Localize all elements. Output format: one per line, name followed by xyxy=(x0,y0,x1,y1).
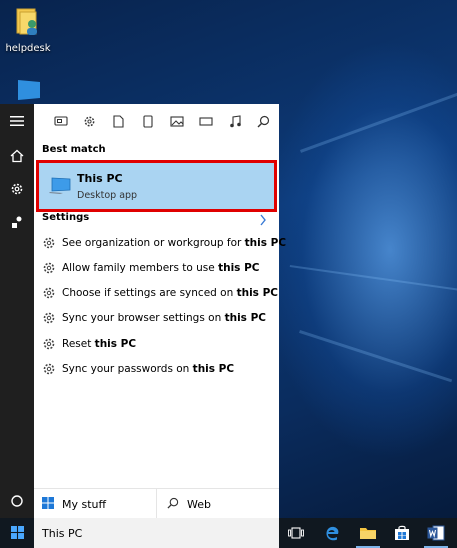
word-icon[interactable] xyxy=(420,518,452,548)
videos-icon[interactable] xyxy=(191,109,220,133)
start-rail xyxy=(0,104,34,518)
gear-icon xyxy=(42,261,56,275)
chevron-right-icon[interactable] xyxy=(259,211,269,226)
settings-result-match: this PC xyxy=(236,287,278,300)
settings-result-match: this PC xyxy=(192,363,235,375)
windows-logo-icon xyxy=(42,496,54,512)
power-icon[interactable] xyxy=(0,486,34,516)
this-pc-desktop-icon[interactable] xyxy=(12,80,40,102)
settings-result-text: See organization or workgroup for xyxy=(62,236,245,249)
best-match-title: This PC xyxy=(77,172,123,185)
best-match-this-pc[interactable]: This PC Desktop app xyxy=(36,160,277,212)
search-icon xyxy=(167,497,179,512)
hamburger-icon[interactable] xyxy=(0,106,34,136)
gear-icon xyxy=(42,286,56,300)
web-label: Web xyxy=(187,497,211,511)
settings-result-label: Allow family members to use this PC xyxy=(62,262,260,274)
settings-result-match: this PC xyxy=(244,236,287,249)
settings-result-label: Sync your passwords on this PC xyxy=(62,363,234,375)
settings-result-match: this PC xyxy=(224,312,266,325)
edge-icon[interactable] xyxy=(316,518,348,548)
settings-result-label: See organization or workgroup for this P… xyxy=(62,237,286,249)
light-beam xyxy=(299,330,453,383)
desktop-icon-helpdesk[interactable]: helpdesk xyxy=(5,5,51,65)
light-beam xyxy=(300,91,457,153)
taskbar-search-input[interactable]: This PC xyxy=(34,518,279,548)
feedback-icon[interactable] xyxy=(0,207,34,237)
settings-icon[interactable] xyxy=(75,109,104,133)
documents-icon[interactable] xyxy=(104,109,133,133)
gear-icon[interactable] xyxy=(0,174,34,204)
search-filter-bar xyxy=(34,104,279,138)
gear-icon xyxy=(42,236,56,250)
windows-logo-icon xyxy=(10,524,24,543)
settings-result-item[interactable]: Sync your passwords on this PC xyxy=(34,357,279,382)
photos-icon[interactable] xyxy=(162,109,191,133)
store-icon[interactable] xyxy=(386,518,418,548)
gear-icon xyxy=(42,362,56,376)
gear-icon xyxy=(42,337,56,351)
settings-result-item[interactable]: Reset this PC xyxy=(34,331,279,356)
my-stuff-button[interactable]: My stuff xyxy=(34,489,157,519)
home-icon[interactable] xyxy=(0,141,34,171)
start-button[interactable] xyxy=(0,518,34,548)
settings-result-text: Choose if settings are synced on xyxy=(62,287,237,300)
settings-result-text: Allow family members to use xyxy=(62,261,219,274)
desktop-icon-label: helpdesk xyxy=(5,43,51,54)
settings-result-item[interactable]: Choose if settings are synced on this PC xyxy=(34,281,279,306)
settings-result-text: Sync your passwords on xyxy=(62,363,193,375)
settings-heading: Settings xyxy=(42,212,90,223)
gear-icon xyxy=(42,311,56,325)
settings-result-text: Reset xyxy=(62,337,95,350)
apps-icon[interactable] xyxy=(46,109,75,133)
user-folder-icon xyxy=(15,7,41,35)
settings-result-match: this PC xyxy=(218,261,260,274)
search-query-text: This PC xyxy=(42,526,83,540)
settings-result-label: Choose if settings are synced on this PC xyxy=(62,287,278,299)
settings-result-item[interactable]: Sync your browser settings on this PC xyxy=(34,306,279,331)
best-match-subtitle: Desktop app xyxy=(77,190,138,201)
search-results-panel: Best match This PC Desktop app Settings … xyxy=(34,104,286,519)
folders-icon[interactable] xyxy=(133,109,162,133)
search-scope-bar: My stuff Web xyxy=(34,488,279,519)
settings-result-label: Reset this PC xyxy=(62,338,136,350)
taskbar: This PC xyxy=(0,518,457,548)
settings-result-label: Sync your browser settings on this PC xyxy=(62,312,266,324)
web-search-icon[interactable] xyxy=(249,109,278,133)
my-stuff-label: My stuff xyxy=(62,497,107,511)
music-icon[interactable] xyxy=(220,109,249,133)
settings-result-match: this PC xyxy=(94,337,137,350)
light-beam xyxy=(289,265,457,293)
settings-result-item[interactable]: Allow family members to use this PC xyxy=(34,255,279,280)
web-button[interactable]: Web xyxy=(157,489,279,519)
file-explorer-icon[interactable] xyxy=(352,518,384,548)
task-view-icon[interactable] xyxy=(280,518,312,548)
this-pc-icon xyxy=(49,177,71,199)
settings-result-item[interactable]: See organization or workgroup for this P… xyxy=(34,230,286,255)
best-match-heading: Best match xyxy=(42,144,106,155)
settings-result-text: Sync your browser settings on xyxy=(62,312,225,325)
